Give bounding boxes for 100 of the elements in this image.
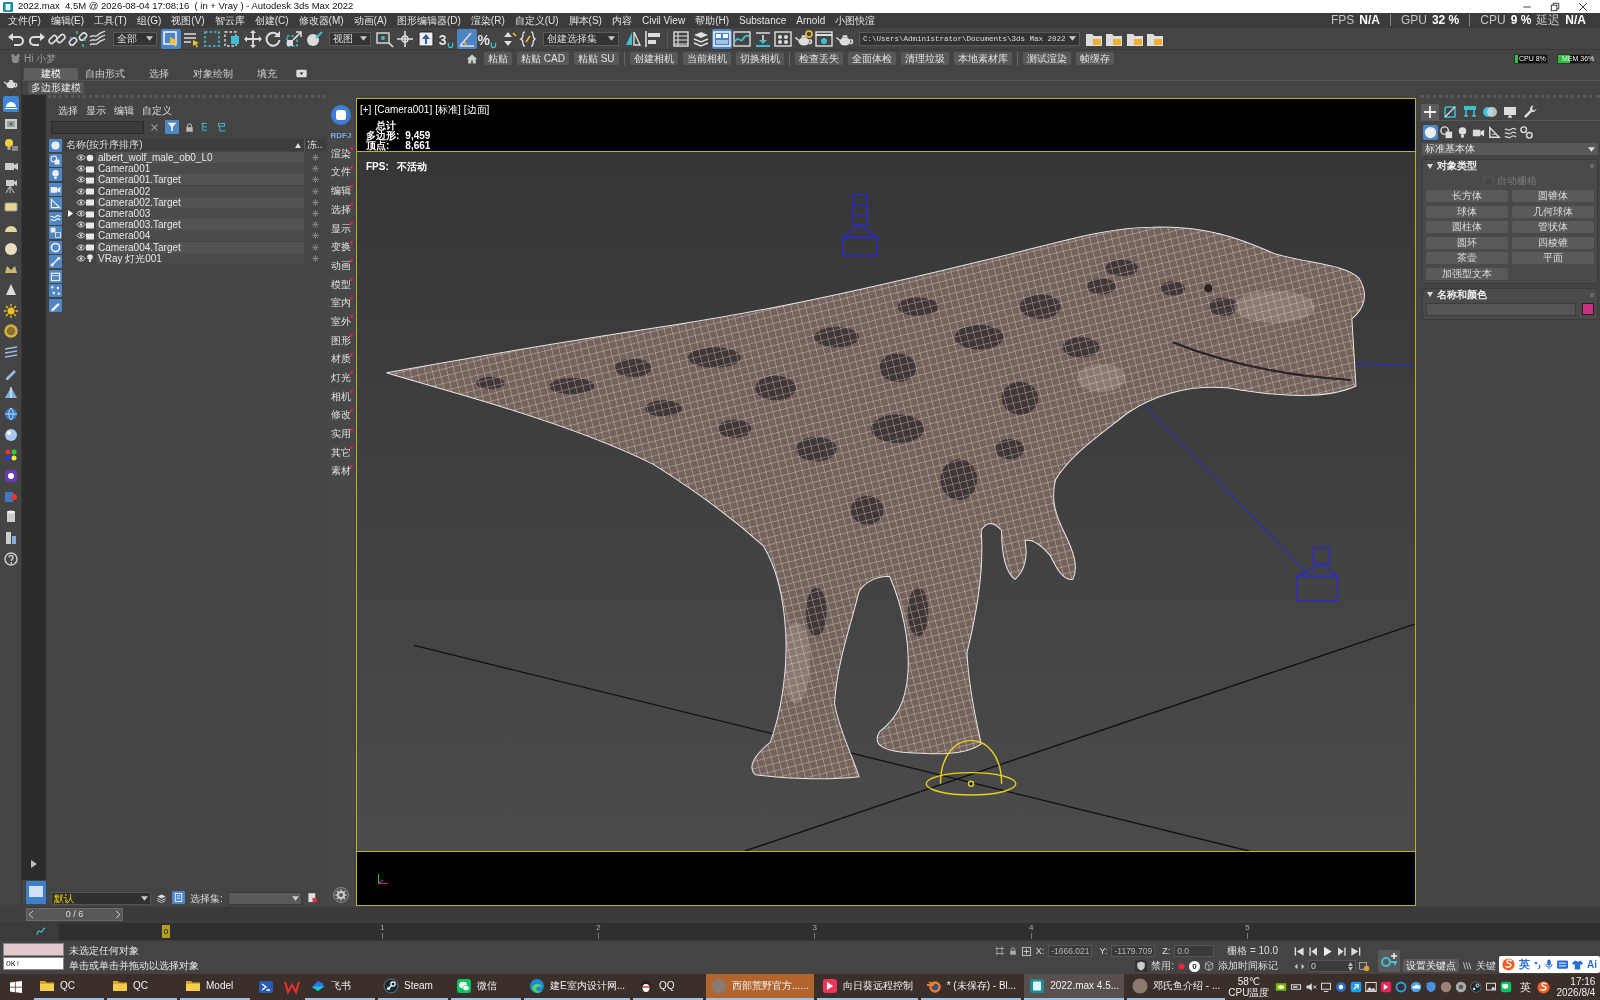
plugin-menu-item[interactable]: 模型 xyxy=(328,275,354,294)
chevron-right-icon[interactable] xyxy=(115,910,120,918)
linked-rings-icon[interactable] xyxy=(1519,124,1534,140)
menu-item[interactable]: 文件(F) xyxy=(3,14,46,27)
menu-item[interactable]: 创建(C) xyxy=(249,14,294,27)
chat-bubbles-icon[interactable] xyxy=(1500,981,1513,993)
menu-item[interactable]: 帮助(H) xyxy=(690,14,734,27)
shapes-icon[interactable] xyxy=(1439,124,1454,140)
primitive-button[interactable]: 加强型文本 xyxy=(1426,267,1508,280)
primitive-button[interactable]: 四棱锥 xyxy=(1512,236,1594,249)
clock-date[interactable]: 2026/8/4 xyxy=(1556,987,1596,998)
hierarchy-icon[interactable] xyxy=(1461,104,1479,120)
taskbar-button[interactable]: 2022.max 4.5... xyxy=(1024,974,1125,1000)
sphere-grid-icon[interactable] xyxy=(773,28,794,49)
menu-item[interactable]: 动画(A) xyxy=(348,14,392,27)
name-field[interactable] xyxy=(1426,302,1576,316)
shield-icon[interactable] xyxy=(1425,981,1438,993)
window-panels-icon[interactable] xyxy=(711,28,732,49)
angle-arc-icon[interactable] xyxy=(456,28,477,49)
frame-field[interactable]: 0 xyxy=(1308,960,1356,972)
help-circle-icon[interactable] xyxy=(2,550,19,567)
plugin-menu-item[interactable]: 修改 xyxy=(328,405,354,425)
boxed-plus-icon[interactable] xyxy=(1020,945,1032,957)
taskbar-button[interactable]: 西部荒野官方...... xyxy=(706,974,814,1000)
hash-grid-icon[interactable] xyxy=(994,946,1005,956)
render-window-icon[interactable] xyxy=(814,28,835,49)
viewport-label[interactable]: [边面] xyxy=(463,104,490,116)
eye-icon[interactable] xyxy=(76,187,86,195)
gear-icon[interactable] xyxy=(333,887,349,903)
lock-icon[interactable] xyxy=(1008,946,1017,956)
image-tile-icon[interactable] xyxy=(1365,981,1378,993)
wavy-lines-icon[interactable] xyxy=(49,211,62,225)
object-name[interactable]: Camera001.Target xyxy=(96,174,304,186)
lightbulb-icon[interactable] xyxy=(49,168,62,181)
plugin-menu-item[interactable]: 相机 xyxy=(328,387,354,406)
chevron-left-icon[interactable] xyxy=(29,910,34,918)
percent-snap-button[interactable]: % xyxy=(477,28,498,49)
toolbar-button[interactable]: 检查丢失 xyxy=(794,52,843,65)
primitive-button[interactable]: 平面 xyxy=(1512,252,1594,264)
crosshair-icon[interactable] xyxy=(395,28,416,49)
eye-icon[interactable] xyxy=(76,254,86,262)
eye-logo-icon[interactable] xyxy=(1275,981,1288,993)
snap-toggle-button[interactable]: 3 xyxy=(436,28,457,49)
input-language-button[interactable]: 英 xyxy=(1520,980,1532,994)
pen-icon[interactable] xyxy=(49,298,62,312)
cube-icon[interactable] xyxy=(1204,961,1214,971)
dome-tile-icon[interactable] xyxy=(2,95,19,112)
menu-item[interactable]: 小图快渲 xyxy=(830,14,881,27)
object-name[interactable]: albert_wolf_male_ob0_L0 xyxy=(96,152,304,164)
caret-down-icon[interactable] xyxy=(1427,163,1433,169)
monitor-icon[interactable] xyxy=(1320,981,1333,993)
go-to-end-icon[interactable] xyxy=(1350,945,1361,957)
listener-output-field[interactable]: OK! xyxy=(3,957,64,970)
close-icon[interactable] xyxy=(1578,1,1588,12)
lightbulb-icon[interactable] xyxy=(2,137,19,154)
add-time-tag-button[interactable]: 添加时间标记 xyxy=(1218,960,1278,972)
curve-icon[interactable] xyxy=(36,927,46,936)
go-to-start-icon[interactable] xyxy=(1294,945,1305,957)
camera-icon[interactable] xyxy=(49,182,62,196)
primitive-button[interactable]: 几何球体 xyxy=(1512,205,1594,218)
rollout-title[interactable]: 名称和颜色 xyxy=(1437,288,1487,301)
coordinate-system-dropdown[interactable]: 视图 xyxy=(328,31,371,46)
globe-icon[interactable] xyxy=(2,406,19,422)
eye-icon[interactable] xyxy=(76,221,86,229)
object-category-dropdown[interactable]: 标准基本体 xyxy=(1422,143,1598,155)
wrench-icon[interactable] xyxy=(1521,104,1539,120)
taskbar-button[interactable]: 微信 xyxy=(451,974,521,1000)
menu-item[interactable]: 工具(T) xyxy=(89,14,132,27)
cloud-icon[interactable] xyxy=(1410,981,1423,993)
shield-icon[interactable] xyxy=(1135,960,1148,972)
rollout-title[interactable]: 对象类型 xyxy=(1437,160,1477,172)
bone-icon[interactable] xyxy=(49,255,62,268)
object-name[interactable]: Camera004.Target xyxy=(96,241,304,253)
monitor-icon[interactable] xyxy=(1485,981,1498,993)
assistant-button[interactable]: Ai xyxy=(1587,958,1597,971)
round-logo-icon[interactable] xyxy=(1470,981,1483,993)
taskbar-button[interactable]: 飞书 xyxy=(305,974,375,1000)
toolbar-button[interactable]: 帧缓存 xyxy=(1075,52,1114,65)
toolbar-button[interactable]: 粘贴 SU xyxy=(573,52,619,65)
input-mode-toggle[interactable]: 英 xyxy=(1519,958,1530,971)
dots-icon[interactable] xyxy=(49,284,62,297)
menu-item[interactable]: 图形编辑器(D) xyxy=(391,14,466,27)
slashed-square-icon[interactable] xyxy=(1441,104,1459,120)
selection-filter-dropdown[interactable]: 全部 xyxy=(112,31,157,46)
object-name[interactable]: Camera001 xyxy=(96,163,304,175)
eye-icon[interactable] xyxy=(76,210,86,218)
eye-icon[interactable] xyxy=(76,198,86,206)
plugin-menu-item[interactable]: 室外 xyxy=(328,312,354,332)
avatar-icon[interactable] xyxy=(1440,981,1453,993)
target-circle-icon[interactable] xyxy=(1455,981,1468,993)
menu-item[interactable]: 组(G) xyxy=(131,14,167,27)
coordinate-field[interactable]: 0.0 xyxy=(1174,945,1215,957)
search-field[interactable] xyxy=(51,120,144,134)
object-name[interactable]: Camera003.Target xyxy=(96,219,304,231)
plus-icon[interactable] xyxy=(1421,104,1439,120)
menu-item[interactable]: 编辑 xyxy=(114,105,134,117)
viewport-label[interactable]: [+] xyxy=(360,104,372,116)
broken-chain-icon[interactable] xyxy=(67,28,88,49)
sun-icon[interactable] xyxy=(2,302,19,319)
punctuation-icon[interactable] xyxy=(1534,960,1541,969)
